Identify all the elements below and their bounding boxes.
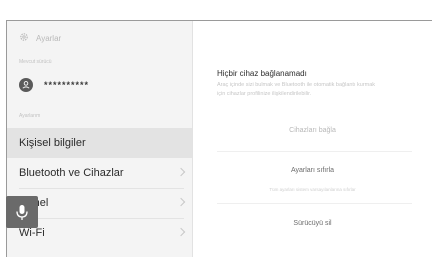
delete-driver-button[interactable]: Sürücüyü sil [193,220,432,227]
sidebar-item-label: Wi-Fi [19,227,45,239]
header: Ayarlar [19,31,61,45]
settings-window: Ayarlar Mevcut sürücü ********** Ayarlar… [6,20,432,257]
chevron-right-icon [176,227,186,237]
current-driver-label: Mevcut sürücü [19,59,52,65]
gear-icon [19,32,29,44]
no-device-title: Hiçbir cihaz bağlanamadı [217,69,307,78]
no-device-description: Araç içinde sizi bulmak ve Bluetooth ile… [217,82,376,97]
sidebar-item-bluetooth-devices[interactable]: Bluetooth ve Cihazlar [7,158,192,188]
page-title: Ayarlar [36,33,62,43]
chevron-right-icon [176,197,186,207]
driver-name: ********** [44,80,90,90]
connect-devices-button[interactable]: Cihazları bağla [193,127,432,134]
reset-settings-button[interactable]: Ayarları sıfırla [193,167,432,174]
avatar [19,78,33,92]
settings-screen: Ayarlar Mevcut sürücü ********** Ayarlar… [6,20,432,257]
sidebar-item-label: Bluetooth ve Cihazlar [19,167,124,179]
divider [217,203,412,204]
sidebar-item-personal-info[interactable]: Kişisel bilgiler [7,128,192,158]
current-driver[interactable]: ********** [19,78,89,92]
person-icon [22,81,30,89]
reset-settings-note: Tüm ayarları sistem varsayılanlarına sıf… [269,187,356,192]
divider [217,151,412,152]
chevron-right-icon [176,167,186,177]
settings-section-label: Ayarlarım [19,113,41,119]
sidebar-item-label: Kişisel bilgiler [19,137,86,149]
voice-assistant-button[interactable] [6,196,38,228]
microphone-icon [16,205,28,220]
detail-pane: Hiçbir cihaz bağlanamadı Araç içinde siz… [193,21,432,257]
